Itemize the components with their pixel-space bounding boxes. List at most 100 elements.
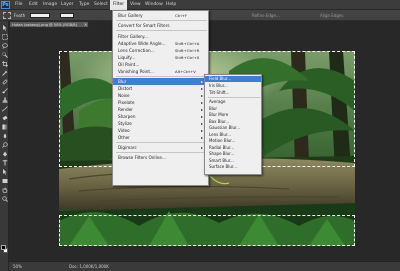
menu-help[interactable]: Help	[163, 0, 179, 10]
document-tab-title: Hutan (sabang).png @ 50% (RGB/8)	[12, 23, 77, 27]
blur-item-radial-blur[interactable]: Radial Blur...	[205, 145, 261, 151]
filter-item-shortcut: Shift+Ctrl+X	[175, 55, 200, 60]
blur-item-average[interactable]: Average	[205, 99, 261, 105]
hand-tool-icon[interactable]	[1, 186, 8, 193]
type-tool-icon[interactable]	[1, 159, 8, 166]
blur-item-smart-blur[interactable]: Smart Blur...	[205, 158, 261, 164]
blur-item-motion-blur[interactable]: Motion Blur...	[205, 138, 261, 144]
submenu-arrow-icon: ▸	[201, 145, 204, 150]
filter-item-label: Blur Gallery	[118, 13, 143, 18]
filter-item-label: Sharpen	[118, 114, 136, 119]
filter-item-render[interactable]: Render ▸	[113, 106, 208, 113]
blur-tool-icon[interactable]	[1, 132, 8, 139]
filter-item-filter-gallery[interactable]: Filter Gallery...	[113, 33, 208, 40]
gradient-tool-icon[interactable]	[1, 123, 8, 130]
zoom-level[interactable]: 50%	[13, 262, 22, 271]
pen-tool-icon[interactable]	[1, 150, 8, 157]
feather-input[interactable]	[30, 13, 50, 18]
blur-item-gaussian-blur[interactable]: Gaussian Blur...	[205, 125, 261, 131]
submenu-arrow-icon: ▸	[201, 128, 204, 133]
filter-item-label: Render	[118, 107, 133, 112]
rectangular-marquee-icon[interactable]	[3, 12, 11, 19]
quick-selection-tool-icon[interactable]	[1, 51, 8, 58]
filter-item-shortcut: Alt+Ctrl+V	[175, 69, 196, 74]
menu-divider	[116, 142, 207, 143]
blur-submenu: Field Blur... Iris Blur... Tilt-Shift...…	[204, 74, 262, 175]
filter-item-label: Filter Gallery...	[118, 34, 149, 39]
foreground-color-swatch[interactable]	[1, 245, 6, 250]
clone-stamp-tool-icon[interactable]	[1, 96, 8, 103]
blur-item-field-blur[interactable]: Field Blur...	[205, 76, 261, 83]
document-size: Doc: 1,000K/1,000K	[69, 264, 109, 269]
filter-item-lens-correction[interactable]: Lens Correction... Shift+Ctrl+R	[113, 47, 208, 54]
healing-brush-tool-icon[interactable]	[1, 78, 8, 85]
filter-item-noise[interactable]: Noise ▸	[113, 92, 208, 99]
filter-item-label: Adaptive Wide Angle...	[118, 41, 166, 46]
menu-type[interactable]: Type	[76, 0, 92, 10]
menu-select[interactable]: Select	[91, 0, 111, 10]
filter-item-shortcut: Ctrl+F	[175, 13, 188, 18]
brush-tool-icon[interactable]	[1, 87, 8, 94]
filter-item-label: Convert for Smart Filters	[118, 23, 170, 28]
blur-item-blur-more[interactable]: Blur More	[205, 112, 261, 118]
lasso-tool-icon[interactable]	[1, 42, 8, 49]
filter-item-label: Lens Correction...	[118, 48, 155, 53]
style-select[interactable]	[60, 13, 74, 18]
history-brush-tool-icon[interactable]	[1, 105, 8, 112]
filter-menu: Blur Gallery Ctrl+F Convert for Smart Fi…	[112, 10, 209, 186]
menu-layer[interactable]: Layer	[58, 0, 77, 10]
filter-item-blur[interactable]: Blur ▸	[113, 78, 208, 85]
move-tool-icon[interactable]	[1, 24, 8, 31]
zoom-tool-icon[interactable]	[1, 195, 8, 202]
submenu-arrow-icon: ▸	[201, 100, 204, 105]
blur-item-box-blur[interactable]: Box Blur...	[205, 119, 261, 125]
blur-item-surface-blur[interactable]: Surface Blur...	[205, 164, 261, 170]
filter-item-browse-online[interactable]: Browse Filters Online...	[113, 154, 208, 161]
document-tab[interactable]: Hutan (sabang).png @ 50% (RGB/8) ×	[9, 21, 89, 28]
menu-edit[interactable]: Edit	[26, 0, 41, 10]
filter-item-stylize[interactable]: Stylize ▸	[113, 120, 208, 127]
filter-item-label: Noise	[118, 93, 130, 98]
filter-item-pixelate[interactable]: Pixelate ▸	[113, 99, 208, 106]
filter-item-label: Blur	[118, 79, 127, 84]
align-edges-option[interactable]: Align Edges	[320, 11, 343, 20]
menu-file[interactable]: File	[12, 0, 26, 10]
blur-item-tilt-shift[interactable]: Tilt-Shift...	[205, 90, 261, 96]
filter-item-shortcut: Shift+Ctrl+R	[175, 48, 200, 53]
rectangle-tool-icon[interactable]	[1, 177, 8, 184]
blur-item-blur[interactable]: Blur	[205, 106, 261, 112]
blur-item-iris-blur[interactable]: Iris Blur...	[205, 83, 261, 89]
submenu-arrow-icon: ▸	[201, 93, 204, 98]
filter-item-convert-smart[interactable]: Convert for Smart Filters	[113, 22, 208, 29]
filter-item-distort[interactable]: Distort ▸	[113, 85, 208, 92]
menu-filter[interactable]: Filter	[110, 0, 128, 10]
filter-item-label: Stylize	[118, 121, 132, 126]
eraser-tool-icon[interactable]	[1, 114, 8, 121]
menu-bar: Ps File Edit Image Layer Type Select Fil…	[0, 0, 400, 10]
filter-item-video[interactable]: Video ▸	[113, 127, 208, 134]
blur-item-lens-blur[interactable]: Lens Blur...	[205, 132, 261, 138]
marquee-tool-icon[interactable]	[1, 33, 8, 40]
filter-item-sharpen[interactable]: Sharpen ▸	[113, 113, 208, 120]
filter-item-adaptive-wide-angle[interactable]: Adaptive Wide Angle... Shift+Ctrl+A	[113, 40, 208, 47]
filter-item-label: Distort	[118, 86, 133, 91]
submenu-arrow-icon: ▸	[201, 79, 204, 84]
dodge-tool-icon[interactable]	[1, 141, 8, 148]
crop-tool-icon[interactable]	[1, 60, 8, 67]
submenu-arrow-icon: ▸	[201, 135, 204, 140]
filter-item-digimarc[interactable]: Digimarc ▸	[113, 144, 208, 151]
refine-edge-button[interactable]: Refine Edge...	[252, 11, 280, 20]
filter-item-label: Digimarc	[118, 145, 137, 150]
path-selection-tool-icon[interactable]	[1, 168, 8, 175]
submenu-arrow-icon: ▸	[201, 114, 204, 119]
filter-item-vanishing-point[interactable]: Vanishing Point... Alt+Ctrl+V	[113, 68, 208, 75]
filter-item-oil-paint[interactable]: Oil Paint...	[113, 61, 208, 68]
filter-item-label: Oil Paint...	[118, 62, 140, 67]
filter-item-other[interactable]: Other ▸	[113, 134, 208, 141]
filter-item-label: Other	[118, 135, 130, 140]
filter-item-liquify[interactable]: Liquify... Shift+Ctrl+X	[113, 54, 208, 61]
menu-divider	[116, 30, 207, 31]
eyedropper-tool-icon[interactable]	[1, 69, 8, 76]
blur-item-shape-blur[interactable]: Shape Blur...	[205, 151, 261, 157]
filter-item-blur-gallery[interactable]: Blur Gallery Ctrl+F	[113, 12, 208, 19]
